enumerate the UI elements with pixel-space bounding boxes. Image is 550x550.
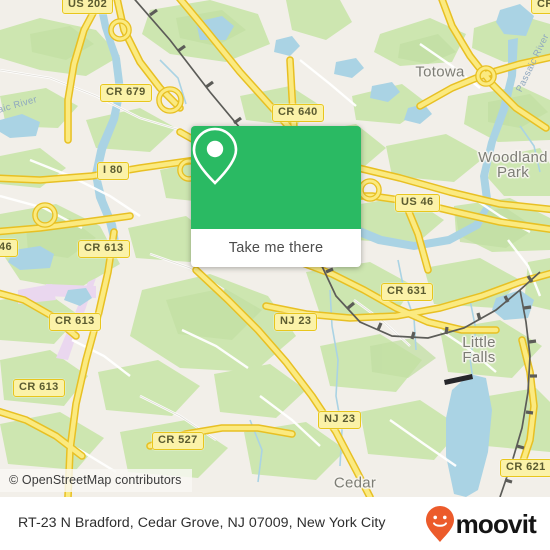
map-pin-icon — [192, 127, 238, 185]
moovit-logo[interactable]: moovit — [425, 505, 537, 543]
moovit-pin-icon — [425, 505, 454, 542]
osm-attribution[interactable]: © OpenStreetMap contributors — [0, 469, 192, 492]
map-canvas[interactable]: Totowa Woodland Park Little Falls Cedar … — [0, 0, 550, 497]
destination-popup[interactable]: Take me there — [191, 126, 361, 267]
take-me-there-button[interactable]: Take me there — [191, 229, 361, 267]
moovit-wordmark: moovit — [455, 508, 537, 539]
map-screenshot: Totowa Woodland Park Little Falls Cedar … — [0, 0, 550, 550]
address-text: RT-23 N Bradford, Cedar Grove, NJ 07009,… — [18, 515, 386, 531]
popup-pin-panel — [191, 126, 361, 229]
take-me-there-label: Take me there — [228, 240, 324, 256]
footer-bar: RT-23 N Bradford, Cedar Grove, NJ 07009,… — [0, 497, 550, 550]
